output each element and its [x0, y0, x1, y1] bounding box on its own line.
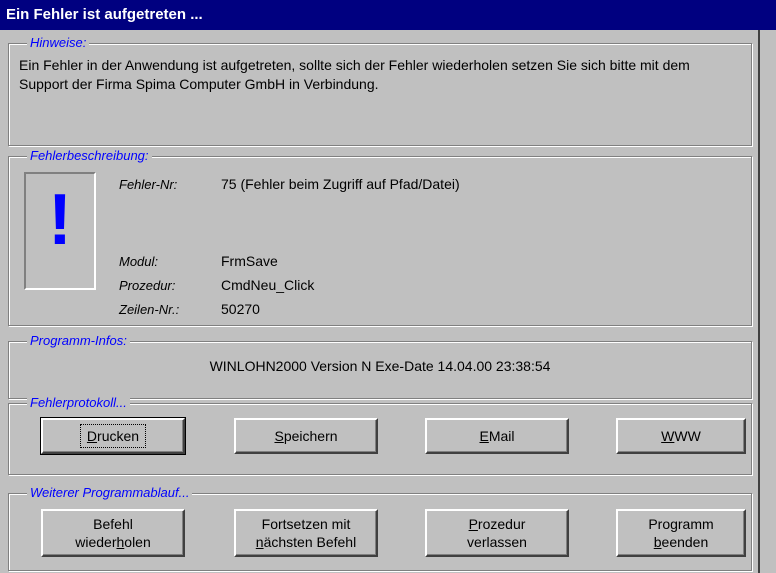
befehl-wiederholen-line1: Befehl: [93, 516, 133, 532]
drucken-label-rest: rucken: [97, 428, 140, 444]
fehlerbeschreibung-legend: Fehlerbeschreibung:: [27, 148, 152, 163]
programm-infos-text: WINLOHN2000 Version N Exe-Date 14.04.00 …: [209, 358, 551, 374]
drucken-mnemonic: D: [86, 428, 98, 444]
hinweise-text: Ein Fehler in der Anwendung ist aufgetre…: [19, 57, 690, 92]
speichern-label: Speichern: [274, 427, 337, 445]
www-button[interactable]: WWW: [616, 418, 746, 454]
programm-beenden-line2-post: eenden: [661, 534, 709, 550]
fortsetzen-button[interactable]: Fortsetzen mit nächsten Befehl: [234, 509, 378, 557]
fehlerprotokoll-legend: Fehlerprotokoll...: [27, 395, 130, 410]
error-exclamation-icon: !: [24, 172, 96, 290]
www-label-rest: WW: [674, 428, 701, 444]
fehlerbeschreibung-group: Fehlerbeschreibung: ! Fehler-Nr: 75 (Feh…: [8, 148, 752, 326]
modul-value: FrmSave: [221, 253, 278, 269]
prozedur-verlassen-label: Prozedur verlassen: [467, 515, 527, 551]
prozedur-label: Prozedur:: [119, 278, 176, 293]
hinweise-legend: Hinweise:: [27, 35, 90, 50]
error-dialog: Hinweise: Ein Fehler in der Anwendung is…: [0, 30, 760, 573]
title-bar: Ein Fehler ist aufgetreten ...: [0, 0, 776, 30]
drucken-button[interactable]: Drucken: [40, 417, 186, 455]
programmablauf-legend: Weiterer Programmablauf...: [27, 485, 193, 500]
fehler-nr-label: Fehler-Nr:: [119, 177, 178, 192]
befehl-wiederholen-button[interactable]: Befehl wiederholen: [41, 509, 185, 557]
programm-infos-legend: Programm-Infos:: [27, 333, 130, 348]
hinweise-group: Hinweise: Ein Fehler in der Anwendung is…: [8, 35, 752, 146]
fortsetzen-mnemonic: n: [255, 534, 264, 550]
programm-beenden-button[interactable]: Programm beenden: [616, 509, 746, 557]
speichern-mnemonic: S: [274, 428, 284, 444]
prozedur-verlassen-mnemonic: P: [468, 516, 478, 532]
befehl-wiederholen-line2-pre: wieder: [75, 534, 117, 550]
fortsetzen-label: Fortsetzen mit nächsten Befehl: [256, 515, 356, 551]
prozedur-verlassen-line2: verlassen: [467, 534, 527, 550]
drucken-label: Drucken: [79, 424, 147, 448]
email-label-rest: Mail: [488, 428, 515, 444]
modul-label: Modul:: [119, 254, 159, 269]
fehlerprotokoll-group: Fehlerprotokoll... Drucken Speichern EMa…: [8, 395, 752, 475]
exclamation-glyph: !: [48, 180, 72, 260]
email-label: EMail: [479, 427, 514, 445]
prozedur-verlassen-button[interactable]: Prozedur verlassen: [425, 509, 569, 557]
speichern-label-rest: peichern: [283, 428, 338, 444]
fehler-nr-value: 75 (Fehler beim Zugriff auf Pfad/Datei): [221, 176, 460, 192]
zeilen-nr-label: Zeilen-Nr.:: [119, 302, 180, 317]
programm-infos-group: Programm-Infos: WINLOHN2000 Version N Ex…: [8, 333, 752, 399]
zeilen-nr-value: 50270: [221, 301, 260, 317]
befehl-wiederholen-label: Befehl wiederholen: [75, 515, 151, 551]
email-button[interactable]: EMail: [425, 418, 569, 454]
www-mnemonic: W: [661, 428, 675, 444]
speichern-button[interactable]: Speichern: [234, 418, 378, 454]
programm-beenden-label: Programm beenden: [648, 515, 713, 551]
befehl-wiederholen-line2-post: olen: [124, 534, 151, 550]
programm-beenden-mnemonic: b: [653, 534, 662, 550]
prozedur-verlassen-line1-post: rozedur: [477, 516, 526, 532]
prozedur-value: CmdNeu_Click: [221, 277, 315, 293]
www-label: WWW: [661, 427, 701, 445]
fortsetzen-line1: Fortsetzen mit: [261, 516, 351, 532]
programm-beenden-line1: Programm: [648, 516, 714, 532]
fortsetzen-line2-post: ächsten Befehl: [263, 534, 357, 550]
window-title: Ein Fehler ist aufgetreten ...: [6, 6, 203, 23]
programmablauf-group: Weiterer Programmablauf... Befehl wieder…: [8, 485, 752, 571]
email-mnemonic: E: [479, 428, 489, 444]
